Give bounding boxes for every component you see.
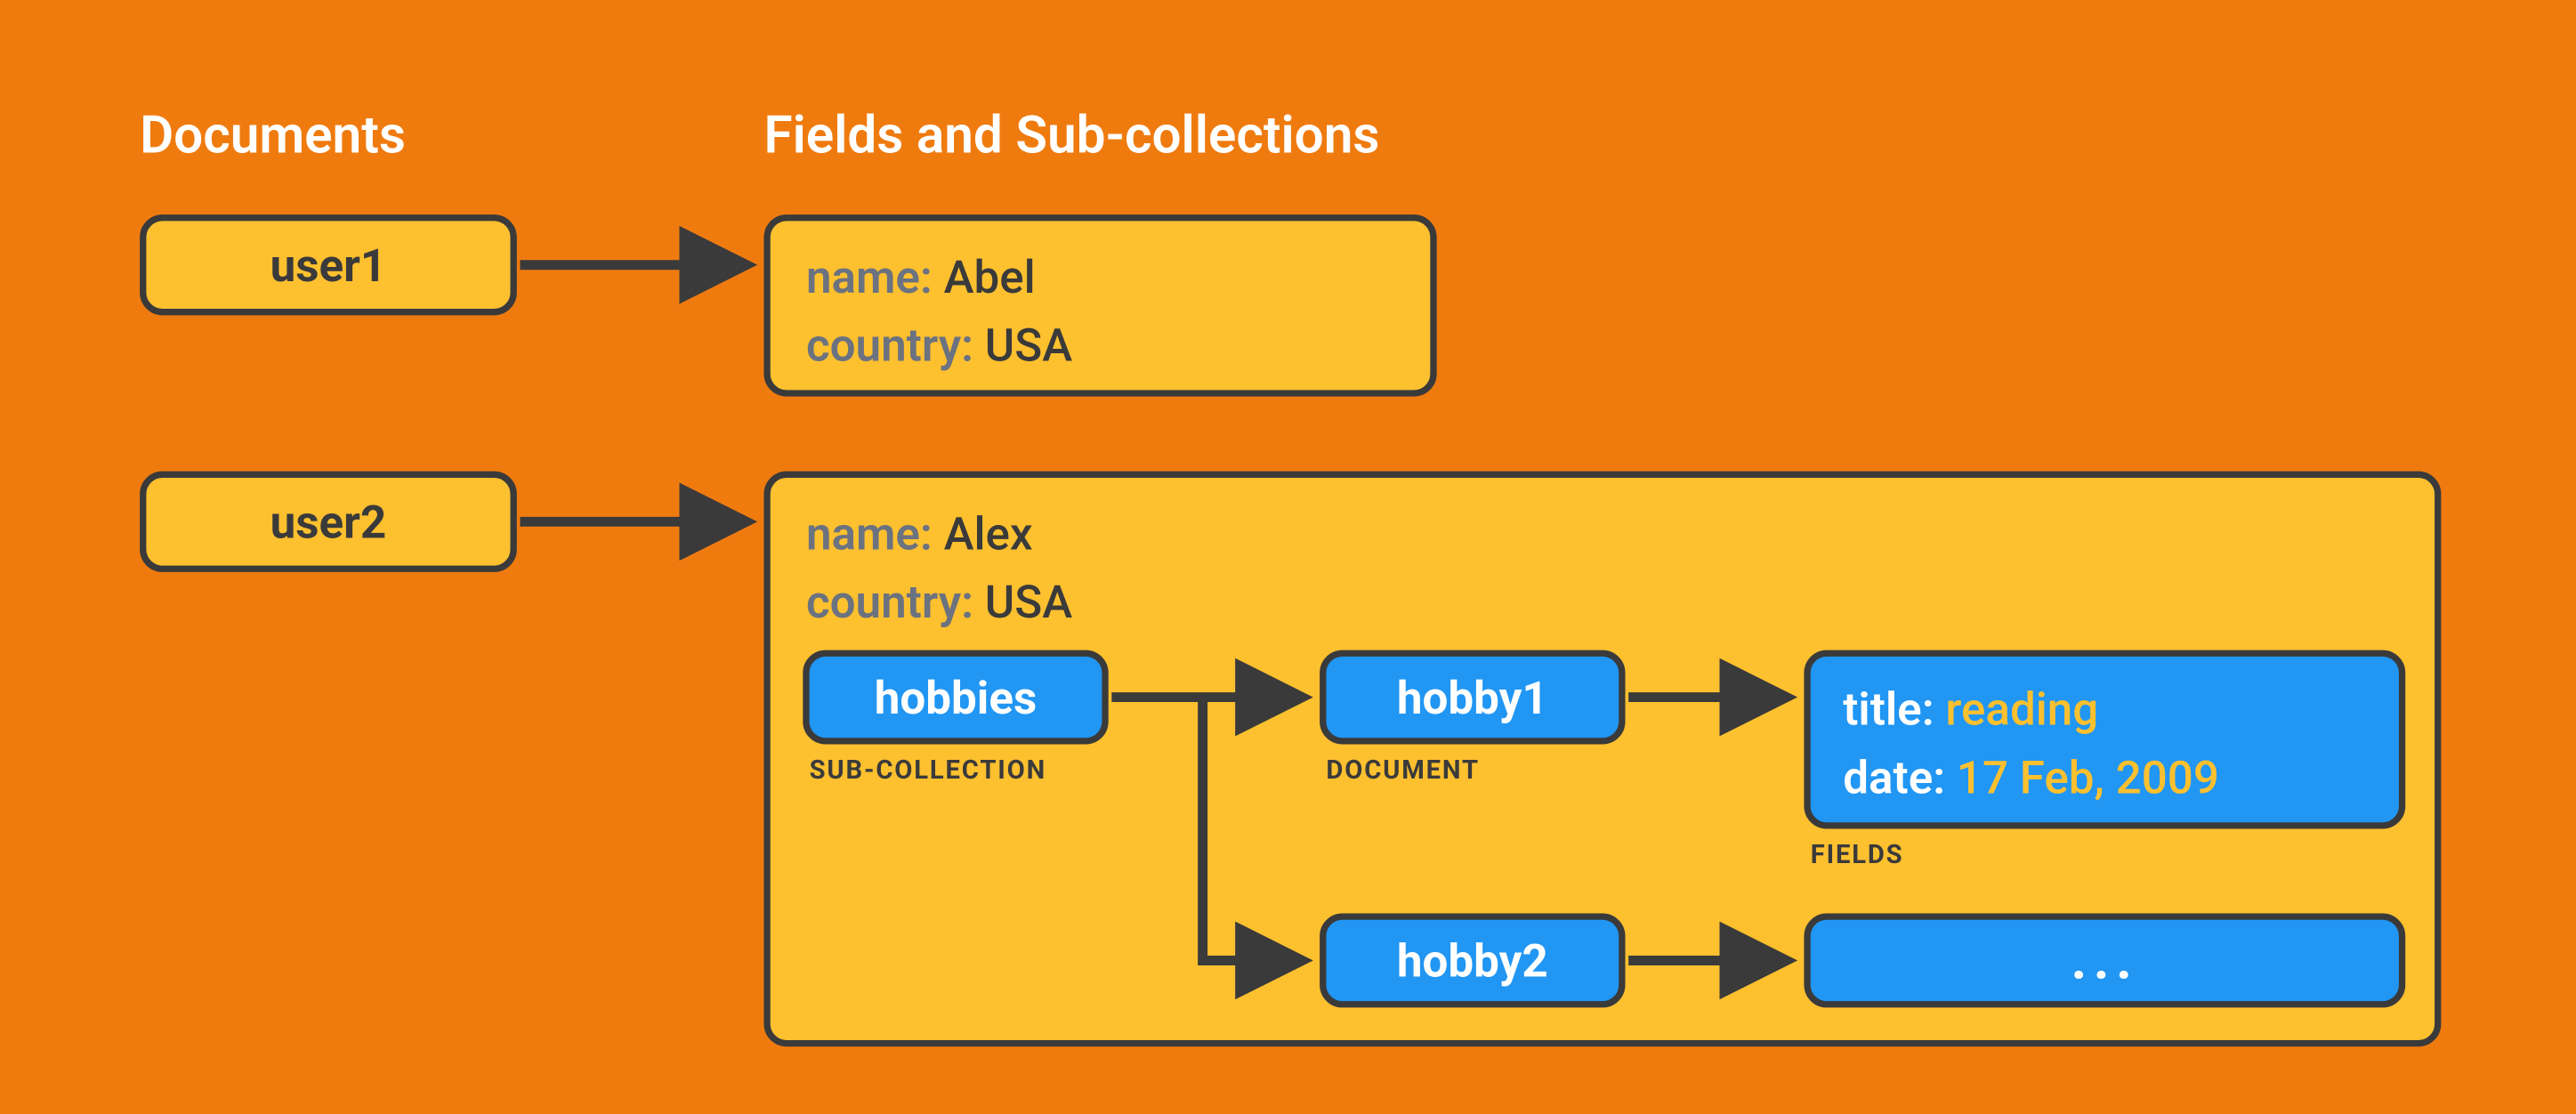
field-key: name: [806,250,933,303]
caption-document: DOCUMENT [1326,754,1479,785]
heading-fields: Fields and Sub-collections [763,104,1379,165]
field-key: country: [806,319,973,372]
document-user2: user2 [140,472,517,572]
document-hobby2: hobby2 [1320,913,1625,1007]
fields-box-user1: name: Abel country: USA [763,214,1436,397]
field-user1-country: country: USA [806,312,1394,381]
field-key: name: [806,507,933,561]
document-hobby1: hobby1 [1320,650,1625,745]
field-user2-name: name: Alex [806,501,2399,569]
fields-box-hobby1: title: reading date: 17 Feb, 2009 [1804,650,2405,829]
field-hobby1-title: title: reading [1843,676,2366,745]
field-user1-name: name: Abel [806,244,1394,312]
field-key: date: [1843,751,1945,804]
subcollection-hobbies: hobbies [803,650,1108,745]
field-user2-country: country: USA [806,569,2399,637]
heading-documents: Documents [140,104,406,165]
fields-box-hobby2: ... [1804,913,2405,1007]
field-key: title: [1843,682,1934,736]
caption-subcollection: SUB-COLLECTION [810,754,1046,785]
field-key: country: [806,576,973,629]
document-user1: user1 [140,214,517,315]
field-hobby1-date: date: 17 Feb, 2009 [1843,745,2366,813]
caption-fields: FIELDS [1811,838,1904,869]
